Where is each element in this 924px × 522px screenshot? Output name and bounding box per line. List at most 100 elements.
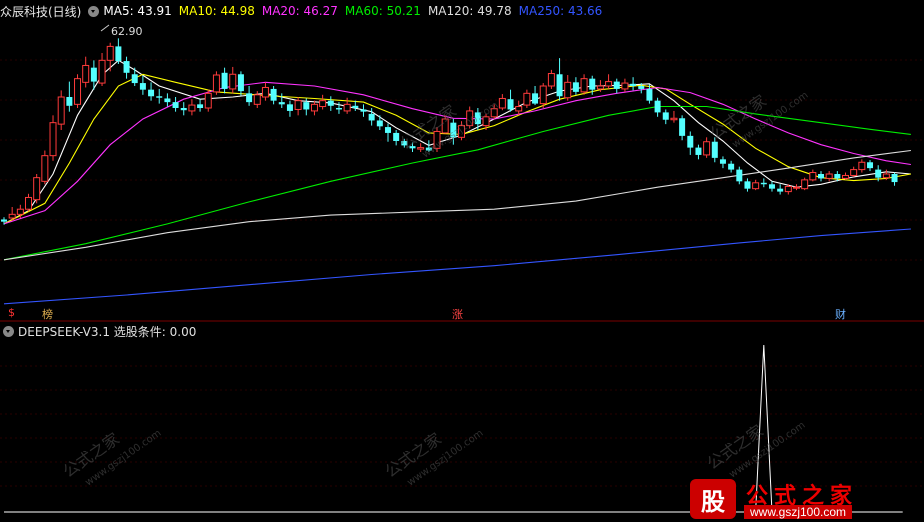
candle-body [596, 85, 604, 90]
cai-marker[interactable]: 财 [835, 306, 846, 322]
indicator-panel-header: DEEPSEEK-V3.1 选股条件: 0.00 [0, 322, 203, 340]
candle-body [572, 82, 579, 92]
candle-body [376, 120, 383, 127]
candle-body [523, 92, 531, 106]
candle-18 [148, 82, 155, 101]
candle-21 [172, 97, 179, 112]
candle-body [834, 174, 841, 179]
candle-16 [131, 67, 138, 86]
candle-86 [703, 137, 711, 158]
candle-81 [662, 109, 669, 125]
candle-47 [384, 123, 391, 142]
candle-27 [221, 67, 228, 94]
candle-body [253, 94, 261, 105]
price-panel-header: 众辰科技(日线) MA5: 43.91 MA10: 44.98 MA20: 46… [0, 2, 609, 20]
candle-95 [777, 184, 784, 195]
candle-69 [564, 75, 572, 101]
candle-77 [630, 77, 637, 91]
candle-body [148, 89, 155, 97]
candle-body [882, 173, 890, 179]
candle-body [204, 92, 212, 109]
candle-33 [270, 86, 277, 105]
peak-label: 62.90 [111, 25, 143, 38]
candle-body [842, 174, 850, 179]
ma-line-ma120 [3, 149, 911, 261]
candle-28 [229, 66, 237, 94]
candle-body [711, 141, 718, 158]
candle-84 [687, 131, 694, 155]
candle-body [580, 78, 588, 93]
indicator-toggle-icon[interactable] [3, 325, 14, 337]
candle-body [90, 67, 97, 82]
candle-85 [695, 144, 702, 160]
candle-body [221, 72, 228, 89]
ma-line-ma10 [3, 73, 911, 225]
candle-94 [768, 181, 775, 192]
candle-24 [197, 99, 204, 112]
candle-body [695, 147, 702, 155]
candle-65 [532, 86, 539, 106]
candle-body [188, 104, 196, 112]
candle-38 [310, 100, 318, 116]
candle-body [139, 83, 146, 90]
bang-marker[interactable]: 榜 [42, 306, 53, 322]
candle-13 [106, 42, 114, 72]
candle-63 [515, 100, 523, 116]
candle-body [131, 74, 138, 84]
dollar-marker[interactable]: $ [8, 306, 15, 319]
candle-body [515, 106, 523, 112]
candle-body [212, 74, 220, 93]
candle-body [49, 122, 57, 157]
zhang-marker[interactable]: 涨 [452, 306, 463, 322]
candle-80 [654, 97, 661, 117]
candle-68 [556, 58, 563, 101]
candle-body [66, 97, 73, 106]
candle-body [638, 86, 645, 89]
candle-25 [204, 89, 212, 112]
candle-body [744, 181, 751, 189]
candle-body [25, 196, 33, 210]
candle-14 [115, 38, 122, 64]
candle-body [858, 161, 866, 171]
logo-mark: 股 [690, 479, 736, 519]
candle-23 [188, 99, 196, 116]
candle-body [278, 102, 285, 105]
candle-body [621, 82, 629, 90]
candle-body [728, 163, 735, 170]
candle-40 [327, 96, 334, 111]
candle-body [670, 117, 678, 121]
candle-45 [368, 108, 375, 126]
candle-74 [605, 74, 613, 89]
candle-12 [98, 53, 106, 86]
ma250-label: MA250: 43.66 [518, 4, 603, 18]
candle-body [286, 104, 293, 111]
candle-109 [891, 172, 898, 186]
candle-39 [319, 94, 327, 110]
panel-toggle-icon[interactable] [88, 5, 100, 17]
candle-body [801, 179, 809, 190]
candle-body [891, 174, 898, 183]
candle-67 [547, 69, 555, 89]
candle-10 [82, 56, 90, 88]
candle-body [294, 100, 302, 110]
candle-99 [809, 169, 817, 182]
candle-body [784, 185, 792, 193]
candle-body [605, 81, 613, 87]
ma60-label: MA60: 50.21 [344, 4, 421, 18]
moving-average-lines [3, 59, 911, 305]
candle-body [82, 64, 90, 83]
ma20-label: MA20: 46.27 [261, 4, 338, 18]
kline-chart[interactable]: 62.90 公式之家 www.gszj100.com 公式之家 www.gszj… [0, 0, 924, 522]
candle-body [719, 159, 726, 164]
candle-body [368, 113, 375, 121]
candle-body [679, 118, 686, 136]
candle-92 [752, 179, 760, 191]
candle-90 [736, 166, 743, 185]
candle-75 [613, 78, 620, 94]
candle-body [172, 102, 179, 108]
candle-body [532, 93, 539, 104]
candle-body [630, 83, 637, 86]
candle-body [303, 102, 310, 110]
candle-body [16, 208, 24, 215]
candle-62 [507, 89, 514, 112]
